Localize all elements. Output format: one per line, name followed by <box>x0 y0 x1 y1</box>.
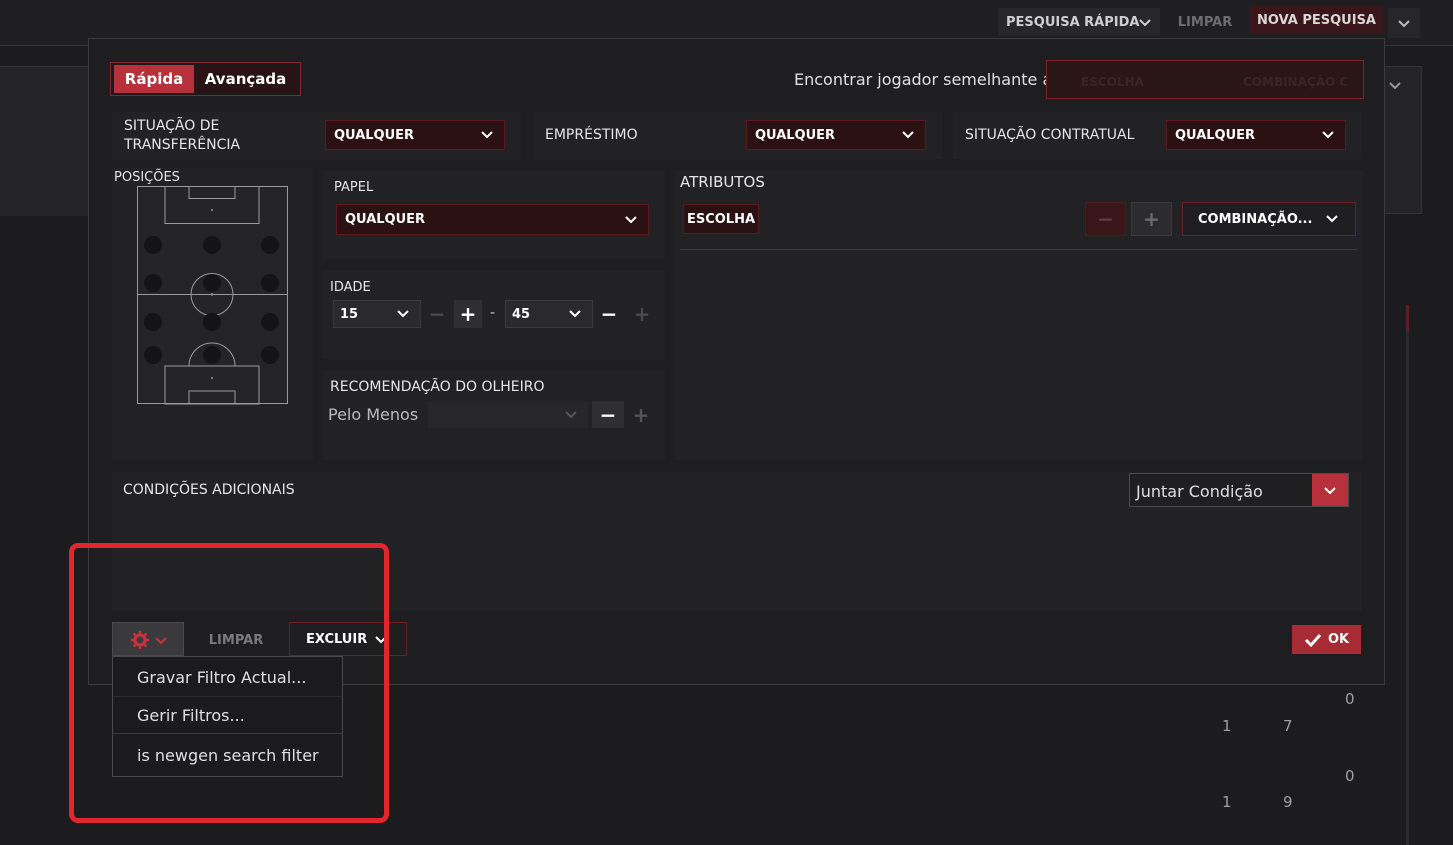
new-search-button[interactable]: NOVA PESQUISA <box>1250 6 1383 34</box>
transfer-status-label-2: TRANSFERÊNCIA <box>124 137 241 153</box>
attributes-combination-value: COMBINAÇÃO... <box>1198 211 1313 227</box>
contract-status-value: QUALQUER <box>1175 127 1256 143</box>
age-min-increment[interactable]: + <box>454 300 482 328</box>
attributes-decrement[interactable]: − <box>1085 202 1126 236</box>
tab-quick-label: Rápida <box>124 70 184 88</box>
highlight-box <box>69 543 389 823</box>
join-condition-dropdown[interactable] <box>1312 474 1348 506</box>
bg-number: 0 <box>1345 690 1355 708</box>
bg-scroll-thumb[interactable] <box>1406 305 1409 331</box>
chevron-down-icon <box>625 215 637 223</box>
bg-number: 7 <box>1283 717 1293 735</box>
ok-button[interactable]: OK <box>1292 625 1361 654</box>
age-min-decrement[interactable]: − <box>425 300 449 328</box>
loan-value: QUALQUER <box>755 127 836 143</box>
age-max-decrement[interactable]: − <box>596 300 622 328</box>
bg-number: 1 <box>1222 717 1232 735</box>
similar-player-field[interactable]: ESCOLHA COMBINAÇÃO C <box>1046 60 1364 99</box>
scout-prefix: Pelo Menos <box>328 405 419 424</box>
tab-quick[interactable]: Rápida <box>114 65 194 93</box>
role-value: QUALQUER <box>345 212 426 227</box>
bg-panel-left <box>0 66 90 216</box>
transfer-status-label-1: SITUAÇÃO DE <box>124 118 220 134</box>
tab-advanced[interactable]: Avançada <box>194 65 297 93</box>
chevron-down-icon <box>1322 131 1334 139</box>
chevron-down-icon <box>1389 82 1401 90</box>
age-label: IDADE <box>330 280 371 295</box>
chevron-down-icon <box>1139 19 1151 27</box>
chevron-down-icon <box>565 410 577 418</box>
join-condition-select[interactable]: Juntar Condição <box>1129 473 1349 507</box>
bg-number: 0 <box>1345 767 1355 785</box>
chevron-down-icon <box>397 310 409 318</box>
contract-status-select[interactable]: QUALQUER <box>1166 120 1346 150</box>
attributes-choose-button[interactable]: ESCOLHA <box>683 204 759 234</box>
contract-status-label: SITUAÇÃO CONTRATUAL <box>965 127 1135 143</box>
attributes-increment[interactable]: + <box>1131 202 1172 236</box>
chevron-down-icon <box>1326 215 1338 223</box>
loan-label: EMPRÉSTIMO <box>545 127 638 143</box>
scout-select[interactable] <box>428 401 588 428</box>
quick-search-label: PESQUISA RÁPIDA <box>1006 14 1140 30</box>
chevron-down-icon <box>1324 487 1336 495</box>
bg-number: 9 <box>1283 793 1293 811</box>
age-min-select[interactable]: 15 <box>333 300 421 328</box>
bg-dropdown-chevron[interactable] <box>1384 70 1408 100</box>
similar-player-choose: ESCOLHA <box>1081 75 1144 89</box>
attributes-choose-label: ESCOLHA <box>686 211 756 227</box>
scout-label: RECOMENDAÇÃO DO OLHEIRO <box>330 379 545 395</box>
age-max-increment[interactable]: + <box>630 300 654 328</box>
transfer-status-value: QUALQUER <box>334 127 415 143</box>
loan-select[interactable]: QUALQUER <box>746 120 926 150</box>
age-max-select[interactable]: 45 <box>505 300 593 328</box>
bg-scroll-track <box>1406 305 1409 845</box>
chevron-down-icon <box>569 310 581 318</box>
similar-player-combination: COMBINAÇÃO C <box>1243 75 1349 89</box>
top-clear-label: LIMPAR <box>1177 14 1233 30</box>
quick-search-button[interactable]: PESQUISA RÁPIDA <box>998 8 1160 36</box>
pitch-diagram[interactable] <box>137 186 289 405</box>
positions-label: POSIÇÕES <box>114 170 180 185</box>
top-clear-button[interactable]: LIMPAR <box>1170 8 1240 36</box>
join-condition-value: Juntar Condição <box>1136 482 1263 501</box>
role-select[interactable]: QUALQUER <box>336 204 649 235</box>
additional-conditions-label: CONDIÇÕES ADICIONAIS <box>123 482 295 498</box>
tab-advanced-label: Avançada <box>204 70 287 88</box>
ok-label: OK <box>1327 632 1350 647</box>
similar-player-label: Encontrar jogador semelhante a <box>794 70 1053 89</box>
bg-number: 1 <box>1222 793 1232 811</box>
attributes-divider <box>680 249 1357 250</box>
transfer-status-select[interactable]: QUALQUER <box>325 120 505 150</box>
new-search-dropdown[interactable] <box>1388 8 1420 38</box>
scout-increment[interactable]: + <box>628 401 654 428</box>
age-min-value: 15 <box>340 306 359 322</box>
age-separator: - <box>490 305 496 321</box>
chevron-down-icon <box>902 131 914 139</box>
chevron-down-icon <box>1398 20 1410 28</box>
scout-decrement[interactable]: − <box>592 401 624 428</box>
chevron-down-icon <box>481 131 493 139</box>
attributes-label: ATRIBUTOS <box>680 173 765 191</box>
check-icon <box>1304 633 1322 647</box>
attributes-combination-select[interactable]: COMBINAÇÃO... <box>1182 202 1356 236</box>
role-label: PAPEL <box>334 180 374 195</box>
new-search-label: NOVA PESQUISA <box>1257 12 1376 28</box>
age-max-value: 45 <box>512 306 531 322</box>
